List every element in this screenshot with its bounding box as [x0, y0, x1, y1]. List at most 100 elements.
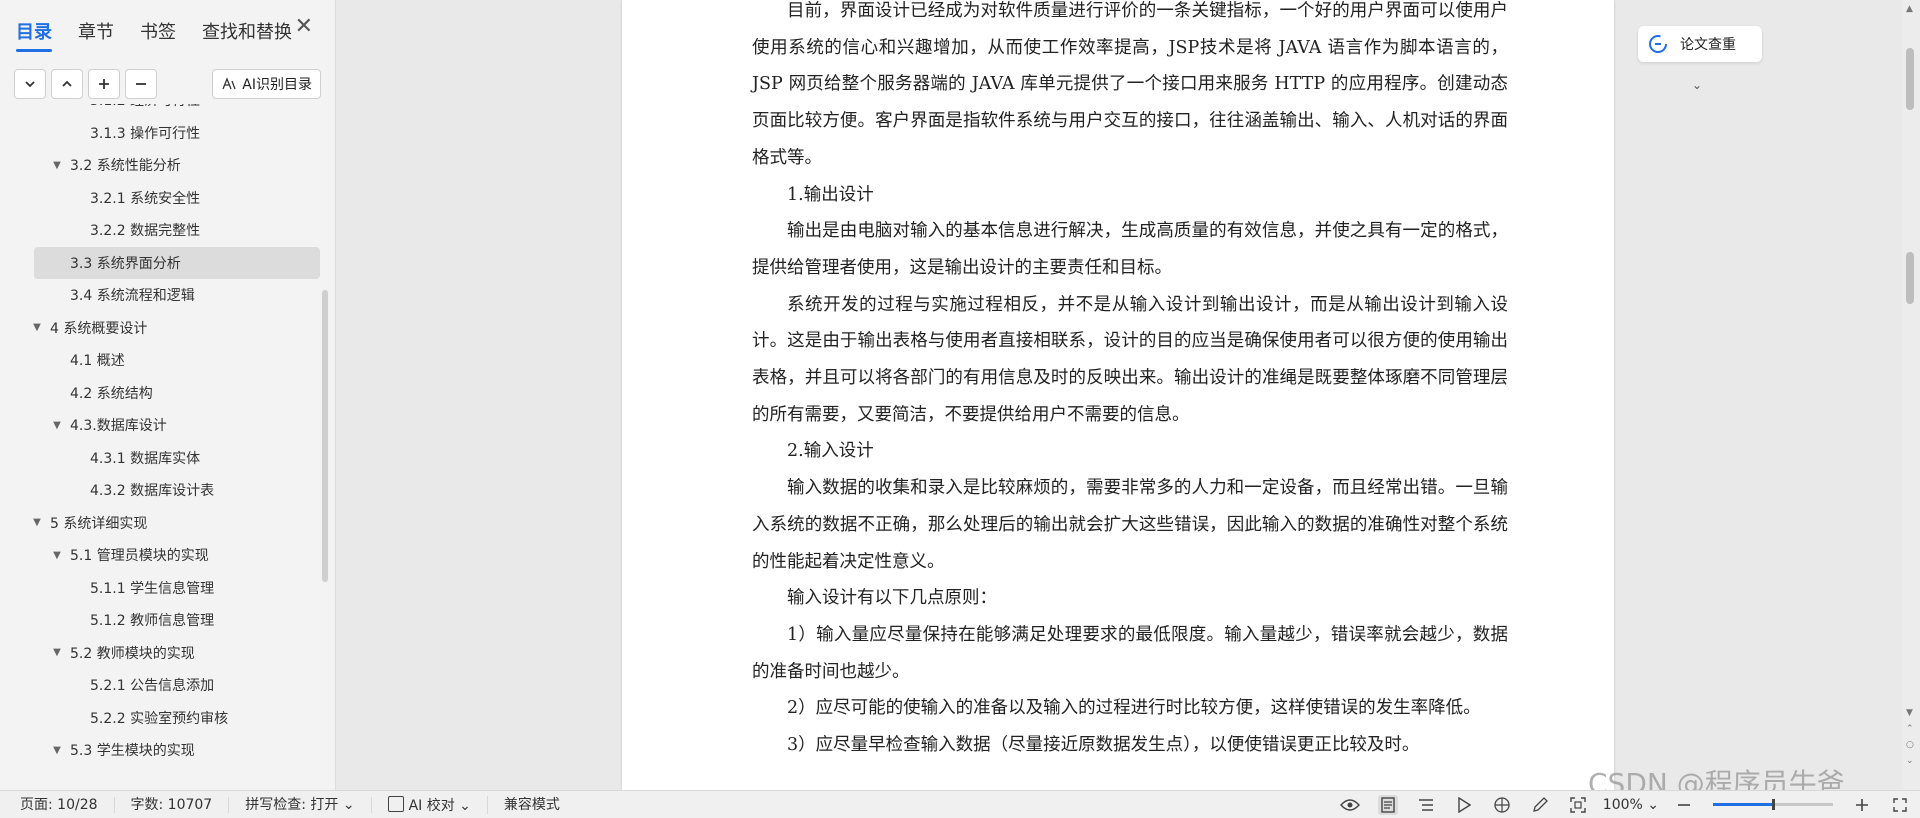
scroll-down-icon[interactable]: ▼ — [1906, 708, 1913, 718]
ai-proofread-button[interactable]: AI 校对 ⌄ — [372, 795, 488, 814]
page-view-icon[interactable] — [1377, 794, 1398, 815]
toc-item-label: 5 系统详细实现 — [50, 515, 148, 532]
toc-item-label: 5.1 管理员模块的实现 — [70, 548, 209, 565]
toc-item-label: 3.4 系统流程和逻辑 — [70, 288, 195, 305]
toc-item[interactable]: ▼ 5.3 学生模块的实现 — [0, 734, 320, 767]
scroll-thumb[interactable] — [1906, 252, 1914, 304]
sidebar-tabs: 目录 章节 书签 查找和替换 ✕ — [0, 0, 335, 58]
document-paragraph: 系统开发的过程与实施过程相反，并不是从输入设计到输出设计，而是从输出设计到输入设… — [752, 294, 1508, 425]
expand-toggle-icon[interactable]: ▼ — [50, 160, 64, 171]
expand-down-button[interactable] — [14, 69, 46, 99]
zoom-out-icon[interactable] — [1674, 795, 1694, 815]
toc-item-label: 4.3.数据库设计 — [70, 418, 167, 435]
toc-item-label: 4.3.1 数据库实体 — [90, 450, 201, 467]
toc-item[interactable]: 3.2.1 系统安全性 — [0, 182, 320, 215]
toc-item[interactable]: 3.1.3 操作可行性 — [0, 117, 320, 150]
zoom-level[interactable]: 100% ⌄ — [1603, 797, 1659, 813]
toc-item-label: 4.2 系统结构 — [70, 385, 153, 402]
add-heading-button[interactable] — [88, 69, 120, 99]
word-count[interactable]: 字数: 10707 — [115, 796, 230, 813]
toc-item[interactable]: 4.2 系统结构 — [0, 377, 320, 410]
toc-item-selected[interactable]: 3.3 系统界面分析 — [34, 246, 320, 279]
toc-item[interactable]: ▼ 5.2 教师模块的实现 — [0, 637, 320, 670]
plagiarism-check-button[interactable]: 论文查重 — [1638, 26, 1762, 62]
toc-sidebar: 目录 章节 书签 查找和替换 ✕ AI识别目录 3.1.2 经济可行性 3.1.3… — [0, 0, 336, 790]
tab-chapters[interactable]: 章节 — [78, 14, 114, 44]
toc-item-label: 5.2.2 实验室预约审核 — [90, 710, 229, 727]
zoom-value: 100% — [1602, 796, 1643, 813]
toc-item[interactable]: ▼ 4.3.数据库设计 — [0, 409, 320, 442]
toc-item[interactable]: 5.1.2 教师信息管理 — [0, 604, 320, 637]
ai-toc-label: AI识别目录 — [242, 77, 312, 93]
zoom-slider-knob[interactable] — [1772, 799, 1775, 810]
chevron-down-icon — [25, 81, 35, 88]
next-page-icon[interactable]: ⌄ — [1906, 756, 1914, 766]
expand-toggle-icon[interactable]: ▼ — [50, 647, 64, 658]
toc-item-label: 5.1.1 学生信息管理 — [90, 580, 215, 597]
toc-item-label: 5.1.2 教师信息管理 — [90, 613, 215, 630]
compat-mode: 兼容模式 — [503, 796, 560, 813]
fit-page-icon[interactable] — [1568, 795, 1588, 815]
toc-item[interactable]: ▼ 4 系统概要设计 — [0, 312, 320, 345]
outline-view-icon[interactable] — [1416, 795, 1436, 815]
page-nav-icon[interactable]: ○ — [1906, 740, 1914, 750]
document-paragraph: 目前，界面设计已经成为对软件质量进行评价的一条关键指标，一个好的用户界面可以使用… — [752, 1, 1508, 168]
ai-toc-button[interactable]: AI识别目录 — [212, 69, 321, 99]
tab-bookmarks[interactable]: 书签 — [140, 14, 176, 44]
toc-item[interactable]: ▼ 5.1 管理员模块的实现 — [0, 539, 320, 572]
eye-icon[interactable] — [1339, 795, 1360, 815]
expand-toggle-icon[interactable]: ▼ — [30, 517, 44, 528]
toc-scrollbar[interactable] — [322, 290, 328, 582]
toc-item[interactable]: 4.3.2 数据库设计表 — [0, 474, 320, 507]
toc-item-label: 5.3 学生模块的实现 — [70, 743, 195, 760]
toc-item[interactable]: 3.1.2 经济可行性 — [0, 104, 320, 117]
plagiarism-check-label: 论文查重 — [1680, 37, 1736, 53]
toc-item[interactable]: 4.1 概述 — [0, 344, 320, 377]
toc-item[interactable]: 5.1.1 学生信息管理 — [0, 572, 320, 605]
page-indicator[interactable]: 页面: 10/28 — [0, 796, 115, 813]
toc-item-label: 5.2 教师模块的实现 — [70, 645, 195, 662]
toc-item-label: 3.3 系统界面分析 — [70, 255, 181, 272]
toc-item[interactable]: 5.2.1 公告信息添加 — [0, 669, 320, 702]
plus-icon — [99, 79, 109, 89]
scroll-thumb[interactable] — [1906, 48, 1914, 110]
status-right: 100% ⌄ — [1331, 791, 1920, 818]
zoom-slider-fill — [1713, 803, 1773, 806]
toc-item[interactable]: 3.4 系统流程和逻辑 — [0, 279, 320, 312]
scroll-up-icon[interactable]: ▲ — [1906, 4, 1913, 14]
ai-proof-label: AI 校对 ⌄ — [408, 797, 471, 814]
vertical-scrollbar[interactable]: ▲ ▼ ⌃ ○ ⌄ — [1902, 0, 1920, 790]
close-icon[interactable]: ✕ — [295, 14, 313, 39]
expand-toggle-icon[interactable]: ▼ — [30, 322, 44, 333]
document-page[interactable]: 目前，界面设计已经成为对软件质量进行评价的一条关键指标，一个好的用户界面可以使用… — [622, 0, 1614, 790]
document-paragraph: 2.输入设计 — [787, 441, 874, 462]
toc-item[interactable]: ▼ 3.2 系统性能分析 — [0, 149, 320, 182]
expand-toggle-icon[interactable]: ▼ — [50, 420, 64, 431]
pen-icon[interactable] — [1530, 795, 1550, 815]
tab-find-replace[interactable]: 查找和替换 — [202, 14, 292, 44]
chevron-up-icon — [62, 80, 72, 87]
spell-check-toggle[interactable]: 拼写检查: 打开 ⌄ — [229, 796, 372, 813]
toc-item[interactable]: ▼ 5 系统详细实现 — [0, 507, 320, 540]
zoom-slider[interactable] — [1713, 799, 1833, 810]
web-view-icon[interactable] — [1492, 795, 1512, 815]
prev-page-icon[interactable]: ⌃ — [1906, 724, 1914, 734]
toc-item[interactable]: 5.2.2 实验室预约审核 — [0, 702, 320, 735]
document-text: 目前，界面设计已经成为对软件质量进行评价的一条关键指标，一个好的用户界面可以使用… — [752, 0, 1508, 764]
toc-item-label: 3.2.2 数据完整性 — [90, 223, 201, 240]
play-icon[interactable] — [1454, 795, 1474, 815]
expand-toggle-icon[interactable]: ▼ — [50, 745, 64, 756]
collapse-up-button[interactable] — [51, 69, 83, 99]
chevron-down-icon[interactable]: ⌄ — [1692, 78, 1702, 92]
document-paragraph: 3）应尽量早检查输入数据（尽量接近原数据发生点），以便使错误更正比较及时。 — [787, 735, 1420, 756]
expand-toggle-icon[interactable]: ▼ — [50, 550, 64, 561]
toc-item-label: 3.2 系统性能分析 — [70, 158, 181, 175]
zoom-in-icon[interactable] — [1852, 795, 1872, 815]
toc-item[interactable]: 4.3.1 数据库实体 — [0, 442, 320, 475]
toc-list: 3.1.2 经济可行性 3.1.3 操作可行性 ▼ 3.2 系统性能分析 3.2.1 系… — [0, 104, 320, 790]
ai-proof-icon — [387, 795, 404, 812]
fullscreen-icon[interactable] — [1890, 795, 1910, 815]
tab-toc[interactable]: 目录 — [16, 14, 52, 52]
toc-item[interactable]: 3.2.2 数据完整性 — [0, 214, 320, 247]
remove-heading-button[interactable] — [125, 69, 157, 99]
